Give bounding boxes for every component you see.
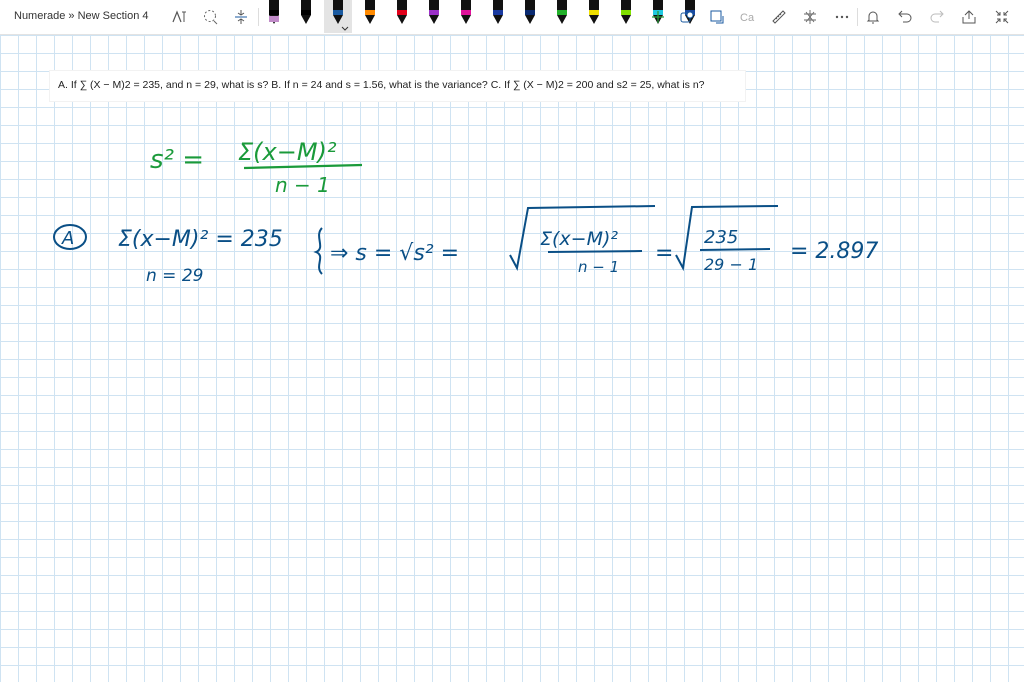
step-sqrt: ⇒ s = √s² = (330, 241, 459, 266)
step2-fraction-bar (547, 250, 643, 253)
equals-sign: = (655, 241, 673, 266)
part-a-label: A (61, 228, 74, 249)
step2-denominator: n − 1 (578, 258, 619, 276)
brace-mark (313, 227, 323, 275)
step3-denominator: 29 − 1 (704, 255, 758, 274)
ink-layer: s² = Σ(x−M)² n − 1 A Σ(x−M)² = 235 n = 2… (53, 138, 878, 286)
result-value: = 2.897 (790, 239, 878, 264)
given-n: n = 29 (146, 266, 203, 286)
formula-numerator: Σ(x−M)² (238, 138, 337, 166)
formula-lhs: s² = (150, 145, 204, 175)
formula-denominator: n − 1 (275, 173, 330, 197)
step3-fraction-bar (699, 248, 771, 251)
step3-numerator: 235 (704, 227, 738, 248)
given-sum: Σ(x−M)² = 235 (118, 227, 283, 252)
step2-numerator: Σ(x−M)² (540, 228, 618, 250)
